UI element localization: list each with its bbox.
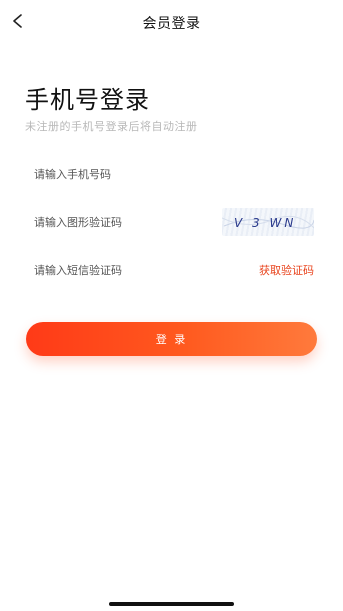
login-heading: 手机号登录: [25, 86, 150, 114]
captcha-input[interactable]: [34, 208, 218, 236]
get-sms-code-button[interactable]: 获取验证码: [259, 262, 314, 278]
sms-code-input[interactable]: [34, 256, 253, 284]
phone-input[interactable]: [34, 160, 314, 188]
captcha-text: V 3 WN: [234, 216, 296, 230]
home-indicator: [109, 602, 234, 606]
login-button[interactable]: 登 录: [26, 322, 317, 356]
sms-row: 获取验证码: [34, 256, 314, 284]
phone-row: [34, 160, 314, 188]
navbar: 会员登录: [0, 0, 343, 44]
login-subtitle: 未注册的手机号登录后将自动注册: [25, 120, 198, 133]
page-title: 会员登录: [142, 16, 201, 32]
captcha-image[interactable]: V 3 WN: [222, 208, 314, 236]
login-page: 会员登录 手机号登录 未注册的手机号登录后将自动注册 V 3 WN 获取验证码 …: [0, 0, 343, 611]
captcha-row: V 3 WN: [34, 208, 314, 236]
